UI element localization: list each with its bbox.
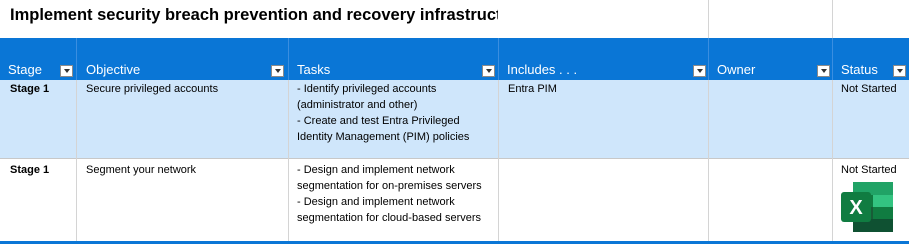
svg-text:X: X (849, 197, 863, 219)
task-line: - Design and implement network (297, 164, 455, 176)
cell-tasks[interactable]: - Design and implement network segmentat… (297, 162, 495, 226)
grid-line (498, 80, 499, 242)
filter-dropdown-icon[interactable] (271, 65, 284, 77)
task-line: (administrator and other) (297, 99, 418, 111)
task-line: - Create and test Entra Privileged (297, 115, 460, 127)
cell-stage[interactable]: Stage 1 (10, 81, 49, 97)
filter-dropdown-icon[interactable] (817, 65, 830, 77)
task-line: segmentation for on-premises servers (297, 180, 482, 192)
column-header-label: Owner (717, 62, 756, 77)
task-line: - Identify privileged accounts (297, 83, 437, 95)
task-line: segmentation for cloud-based servers (297, 212, 482, 224)
cell-tasks[interactable]: - Identify privileged accounts (administ… (297, 81, 495, 145)
title-cell[interactable]: Implement security breach prevention and… (0, 0, 527, 38)
column-header-label: Status (841, 62, 878, 77)
grid-line (708, 80, 709, 242)
filter-dropdown-icon[interactable] (693, 65, 706, 77)
excel-icon: X (833, 180, 895, 234)
column-header-label: Tasks (297, 62, 331, 77)
column-header-owner[interactable]: Owner (709, 38, 832, 80)
title-row-empty-cells[interactable] (498, 0, 909, 38)
task-line: - Design and implement network (297, 196, 455, 208)
filter-dropdown-icon[interactable] (893, 65, 906, 77)
cell-includes[interactable]: Entra PIM (508, 81, 557, 97)
column-header-stage[interactable]: Stage (0, 38, 76, 80)
cell-objective[interactable]: Secure privileged accounts (86, 81, 218, 97)
task-line: Identity Management (PIM) policies (297, 131, 470, 143)
cell-objective[interactable]: Segment your network (86, 162, 196, 178)
cell-stage[interactable]: Stage 1 (10, 162, 49, 178)
spreadsheet: Implement security breach prevention and… (0, 0, 909, 244)
cell-status[interactable]: Not Started (841, 81, 897, 97)
grid-line (832, 0, 833, 38)
column-header-tasks[interactable]: Tasks (289, 38, 498, 80)
filter-dropdown-icon[interactable] (482, 65, 495, 77)
column-header-includes[interactable]: Includes . . . (499, 38, 708, 80)
grid-line (288, 80, 289, 242)
cell-status[interactable]: Not Started (841, 162, 897, 178)
sheet-title: Implement security breach prevention and… (10, 6, 528, 24)
sort-filter-icon[interactable] (60, 65, 73, 77)
column-header-status[interactable]: Status (833, 38, 909, 80)
column-header-objective[interactable]: Objective (78, 38, 288, 80)
column-header-label: Includes . . . (507, 62, 578, 77)
header-separator (76, 38, 77, 80)
row-divider (0, 158, 909, 159)
grid-line (708, 0, 709, 38)
grid-line (76, 80, 77, 242)
column-header-label: Stage (8, 62, 42, 77)
column-header-label: Objective (86, 62, 141, 77)
